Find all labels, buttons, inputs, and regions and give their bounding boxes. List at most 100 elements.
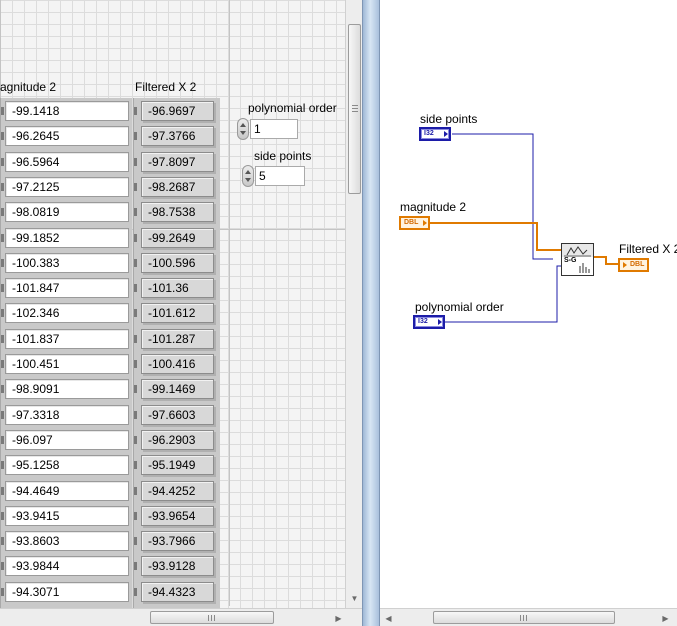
front-panel-vertical-scrollbar[interactable]: ▼ — [345, 0, 362, 608]
polynomial-order-spinner[interactable] — [237, 118, 249, 140]
array-element-index-tab — [134, 233, 137, 242]
side-points-input[interactable]: 5 — [255, 166, 305, 186]
array-element-value: -93.9654 — [141, 505, 214, 526]
array-element-input[interactable]: -93.9415 — [5, 505, 129, 526]
array-element-value: -96.2903 — [141, 429, 214, 450]
array-element-value: -94.4252 — [141, 480, 214, 501]
savitzky-golay-filter-icon[interactable]: S-G — [561, 243, 594, 276]
array-element-value: -99.1469 — [141, 379, 214, 400]
array-element-input[interactable]: -101.847 — [5, 278, 129, 299]
array-element-value: -99.2649 — [141, 227, 214, 248]
array-element-index-tab — [134, 486, 137, 495]
array-element-index-tab — [1, 511, 4, 520]
array-element-input[interactable]: -98.9091 — [5, 379, 129, 400]
front-panel: agnitude 2 -99.1418 -96.2645 -96.5964 -97.2… — [0, 0, 362, 626]
polynomial-order-input[interactable]: 1 — [250, 119, 298, 139]
array-element-value: -94.4323 — [141, 581, 214, 602]
output-indicator-terminal[interactable]: DBL — [618, 258, 649, 272]
filtered-array: -96.9697 -97.3766 -97.8097 -98.2687 -98.7538… — [133, 98, 220, 618]
array-element-input[interactable]: -100.383 — [5, 252, 129, 273]
magnitude-terminal[interactable]: DBL — [399, 216, 430, 230]
side-points-spinner[interactable] — [242, 165, 254, 187]
horizontal-scroll-thumb[interactable] — [150, 611, 274, 624]
array-element-index-tab — [134, 107, 137, 115]
array-element-index-tab — [1, 208, 4, 217]
array-element-value: -101.36 — [141, 278, 214, 299]
array-element-value: -97.3766 — [141, 126, 214, 147]
vi-text: S-G — [564, 257, 577, 264]
array-element-input[interactable]: -94.3071 — [5, 581, 129, 602]
scroll-down-icon[interactable]: ▼ — [348, 592, 361, 605]
array-element-index-tab — [1, 360, 4, 368]
array-element-input[interactable]: -98.0819 — [5, 202, 129, 223]
array-element-index-tab — [134, 587, 137, 596]
array-element-value: -96.9697 — [141, 101, 214, 121]
bd-scroll-right-icon[interactable]: ▶ — [659, 612, 672, 625]
output-wire — [594, 256, 619, 265]
array-element-index-tab — [1, 258, 4, 267]
front-panel-horizontal-scrollbar[interactable]: ▶ — [0, 608, 362, 626]
magnitude-type: DBL — [404, 219, 419, 226]
array-element-input[interactable]: -95.1258 — [5, 455, 129, 476]
array-element-input[interactable]: -96.5964 — [5, 151, 129, 172]
scroll-left-icon[interactable]: ◀ — [382, 612, 395, 625]
array-element-index-tab — [1, 537, 4, 546]
bd-horizontal-scroll-thumb[interactable] — [433, 611, 615, 624]
array-element-index-tab — [134, 410, 137, 419]
array-element-input[interactable]: -96.097 — [5, 429, 129, 450]
block-diagram: side points I32 magnitude 2 DBL polynomi… — [380, 0, 677, 626]
array-element-input[interactable]: -97.3318 — [5, 404, 129, 425]
array-element-index-tab — [134, 360, 137, 368]
grid-line — [229, 0, 230, 606]
side-points-type: I32 — [424, 130, 434, 137]
array-element-index-tab — [1, 410, 4, 419]
array-element-index-tab — [134, 309, 137, 318]
array-element-input[interactable]: -93.8603 — [5, 531, 129, 552]
array-element-index-tab — [134, 334, 137, 343]
array-element-input[interactable]: -99.1418 — [5, 101, 129, 121]
array-element-index-tab — [134, 208, 137, 217]
array-element-index-tab — [134, 511, 137, 520]
polynomial-order-terminal[interactable]: I32 — [413, 315, 445, 329]
array-element-value: -98.7538 — [141, 202, 214, 223]
array-element-input[interactable]: -100.451 — [5, 354, 129, 374]
polynomial-order-label: polynomial order — [248, 101, 337, 115]
array-element-index-tab — [1, 233, 4, 242]
array-element-index-tab — [134, 132, 137, 141]
magnitude-wire — [430, 222, 561, 251]
array-element-input[interactable]: -97.2125 — [5, 176, 129, 197]
magnitude-array[interactable]: -99.1418 -96.2645 -96.5964 -97.2125 -98.0819… — [0, 98, 132, 618]
array-element-value: -97.8097 — [141, 151, 214, 172]
array-element-index-tab — [1, 385, 4, 394]
window-splitter[interactable] — [362, 0, 380, 626]
vertical-scroll-thumb[interactable] — [348, 24, 361, 194]
bd-polynomial-order-label: polynomial order — [415, 300, 504, 314]
array-element-value: -100.596 — [141, 252, 214, 273]
array-element-input[interactable]: -101.837 — [5, 328, 129, 349]
array-element-index-tab — [134, 258, 137, 267]
filtered-array-label: Filtered X 2 — [135, 80, 197, 94]
array-element-index-tab — [1, 334, 4, 343]
array-element-input[interactable]: -102.346 — [5, 303, 129, 324]
side-points-terminal[interactable]: I32 — [419, 127, 451, 141]
array-element-value: -98.2687 — [141, 176, 214, 197]
array-element-index-tab — [134, 385, 137, 394]
array-element-index-tab — [1, 435, 4, 444]
output-type: DBL — [630, 261, 645, 268]
array-element-index-tab — [1, 486, 4, 495]
scroll-right-icon[interactable]: ▶ — [332, 612, 345, 625]
array-element-index-tab — [134, 562, 137, 571]
array-element-input[interactable]: -96.2645 — [5, 126, 129, 147]
array-element-input[interactable]: -94.4649 — [5, 480, 129, 501]
array-element-index-tab — [1, 587, 4, 596]
array-element-index-tab — [134, 284, 137, 293]
array-element-input[interactable]: -93.9844 — [5, 556, 129, 577]
array-element-index-tab — [1, 157, 4, 166]
array-element-value: -101.612 — [141, 303, 214, 324]
array-element-index-tab — [134, 182, 137, 191]
array-element-input[interactable]: -99.1852 — [5, 227, 129, 248]
array-element-index-tab — [1, 132, 4, 141]
array-element-value: -101.287 — [141, 328, 214, 349]
block-diagram-horizontal-scrollbar[interactable]: ◀ ▶ — [380, 608, 677, 626]
array-element-value: -93.7966 — [141, 531, 214, 552]
